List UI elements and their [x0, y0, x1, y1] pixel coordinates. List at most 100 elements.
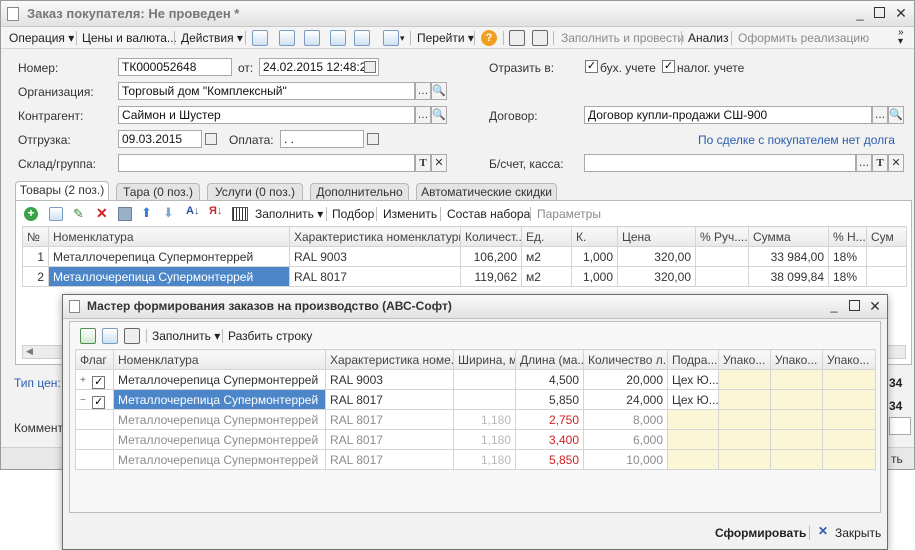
analysis-button[interactable]: Анализ	[688, 30, 729, 46]
create-realization-button[interactable]: Оформить реализацию	[738, 30, 869, 46]
expand-icon[interactable]: +	[80, 375, 86, 386]
table-row[interactable]: 1 Металлочерепица Супермонтеррей RAL 900…	[22, 246, 907, 267]
based-on-dropdown-icon[interactable]: ▾	[400, 30, 405, 46]
close-icon[interactable]: ✕	[868, 299, 882, 313]
based-on-icon[interactable]	[383, 30, 399, 46]
column-header[interactable]: Номенклатура	[113, 349, 326, 370]
row-checkbox[interactable]: ✓	[92, 376, 106, 389]
tab-goods[interactable]: Товары (2 поз.)	[15, 181, 109, 201]
close-icon[interactable]: ✕	[894, 6, 908, 20]
structure-icon[interactable]	[330, 30, 346, 46]
close-button-partial[interactable]: ть	[891, 452, 903, 466]
more-commands-icon[interactable]: » ▾	[898, 28, 904, 47]
table-row-selected[interactable]: − ✓ Металлочерепица Супермонтеррей RAL 8…	[75, 389, 876, 410]
price-type-link[interactable]: Тип цен: I	[14, 376, 67, 390]
scroll-left-icon[interactable]: ◀	[26, 346, 33, 357]
list-settings-icon[interactable]	[509, 30, 525, 46]
calendar-icon[interactable]	[205, 133, 217, 145]
minimize-icon[interactable]: _	[827, 299, 841, 313]
contractor-field[interactable]: Саймон и Шустер	[118, 106, 415, 124]
column-header[interactable]: Номенклатура	[48, 226, 290, 247]
table-row[interactable]: Металлочерепица Супермонтеррей RAL 8017 …	[75, 409, 876, 430]
fill-goods-menu[interactable]: Заполнить ▾	[255, 206, 323, 222]
column-header[interactable]: Сум	[866, 226, 907, 247]
maximize-icon[interactable]	[849, 300, 860, 311]
move-down-icon[interactable]: ⬇	[163, 205, 174, 221]
column-header[interactable]: Упако...	[770, 349, 823, 370]
print-icon[interactable]	[354, 30, 370, 46]
column-header[interactable]: Длина (ма...	[515, 349, 584, 370]
column-header[interactable]: Цена	[617, 226, 696, 247]
goods-table[interactable]: № Номенклатура Характеристика номенклату…	[22, 226, 907, 287]
flag-cell[interactable]: − ✓	[75, 389, 114, 410]
contractor-open-icon[interactable]: 🔍	[431, 106, 447, 124]
fill-and-post-button[interactable]: Заполнить и провести	[561, 30, 684, 46]
table-row[interactable]: Металлочерепица Супермонтеррей RAL 8017 …	[75, 449, 876, 470]
operation-menu[interactable]: Операция ▾	[9, 30, 74, 46]
accounting-checkbox[interactable]: ✓	[585, 60, 598, 73]
tab-auto-discounts[interactable]: Автоматические скидки	[416, 183, 557, 201]
change-button[interactable]: Изменить	[383, 206, 437, 222]
post-icon[interactable]	[252, 30, 268, 46]
actions-menu[interactable]: Действия ▾	[181, 30, 243, 46]
type-icon[interactable]: T	[415, 154, 431, 172]
delete-icon[interactable]: ✕	[96, 205, 108, 222]
comment-field[interactable]	[889, 417, 911, 435]
tab-services[interactable]: Услуги (0 поз.)	[207, 183, 303, 201]
contractor-select-button[interactable]: …	[415, 106, 431, 124]
copy-icon[interactable]	[102, 328, 118, 344]
shipment-date-field[interactable]: 09.03.2015	[118, 130, 202, 148]
column-header[interactable]: Упако...	[822, 349, 876, 370]
organization-open-icon[interactable]: 🔍	[431, 82, 447, 100]
maximize-icon[interactable]	[874, 7, 885, 18]
column-header[interactable]: Характеристика номенклатуры	[289, 226, 461, 247]
date-field[interactable]: 24.02.2015 12:48:23	[259, 58, 379, 76]
copy-doc-icon[interactable]	[304, 30, 320, 46]
kit-composition-button[interactable]: Состав набора	[447, 206, 530, 222]
move-up-icon[interactable]: ⬆	[141, 205, 152, 221]
debt-link[interactable]: По сделке с покупателем нет долга	[698, 133, 895, 147]
split-row-button[interactable]: Разбить строку	[228, 328, 312, 344]
add-icon[interactable]: +	[24, 207, 38, 221]
clear-icon[interactable]: ✕	[431, 154, 447, 172]
calendar-icon[interactable]	[367, 133, 379, 145]
flag-cell[interactable]: + ✓	[75, 369, 114, 390]
column-header[interactable]: К.	[571, 226, 618, 247]
column-header[interactable]: Количество л...	[583, 349, 668, 370]
goto-menu[interactable]: Перейти ▾	[417, 30, 474, 46]
column-header[interactable]: Упако...	[718, 349, 771, 370]
tab-containers[interactable]: Тара (0 поз.)	[116, 183, 200, 201]
edit-icon[interactable]: ✎	[73, 206, 84, 222]
uncheck-all-icon[interactable]	[124, 328, 140, 344]
column-header[interactable]: Ед.	[521, 226, 572, 247]
calendar-icon[interactable]	[364, 61, 376, 73]
refresh-icon[interactable]	[279, 30, 295, 46]
clear-icon[interactable]: ✕	[888, 154, 904, 172]
organization-field[interactable]: Торговый дом "Комплексный"	[118, 82, 415, 100]
row-checkbox[interactable]: ✓	[92, 396, 106, 409]
end-edit-icon[interactable]	[118, 207, 132, 221]
table-row[interactable]: + ✓ Металлочерепица Супермонтеррей RAL 9…	[75, 369, 876, 390]
tax-checkbox[interactable]: ✓	[662, 60, 675, 73]
wizard-table[interactable]: Флаг Номенклатура Характеристика номе...…	[75, 349, 876, 470]
help-icon[interactable]: ?	[481, 30, 497, 46]
column-header[interactable]: Подра...	[667, 349, 719, 370]
column-header[interactable]: Ширина, м	[453, 349, 516, 370]
tab-additional[interactable]: Дополнительно	[310, 183, 409, 201]
account-field[interactable]	[584, 154, 856, 172]
barcode-icon[interactable]	[232, 207, 248, 221]
column-header[interactable]: №	[22, 226, 49, 247]
account-select-button[interactable]: …	[856, 154, 872, 172]
form-orders-button[interactable]: Сформировать	[715, 526, 806, 540]
sort-desc-icon[interactable]: Я↓	[209, 205, 222, 217]
checklist-icon[interactable]	[532, 30, 548, 46]
collapse-icon[interactable]: −	[80, 395, 86, 406]
contract-select-button[interactable]: …	[872, 106, 888, 124]
minimize-icon[interactable]: _	[853, 7, 867, 21]
column-header[interactable]: Характеристика номе...	[325, 349, 454, 370]
pick-button[interactable]: Подбор	[332, 206, 374, 222]
column-header[interactable]: Сумма	[748, 226, 829, 247]
column-header[interactable]: Флаг	[75, 349, 114, 370]
parameters-button[interactable]: Параметры	[537, 206, 601, 222]
contract-open-icon[interactable]: 🔍	[888, 106, 904, 124]
